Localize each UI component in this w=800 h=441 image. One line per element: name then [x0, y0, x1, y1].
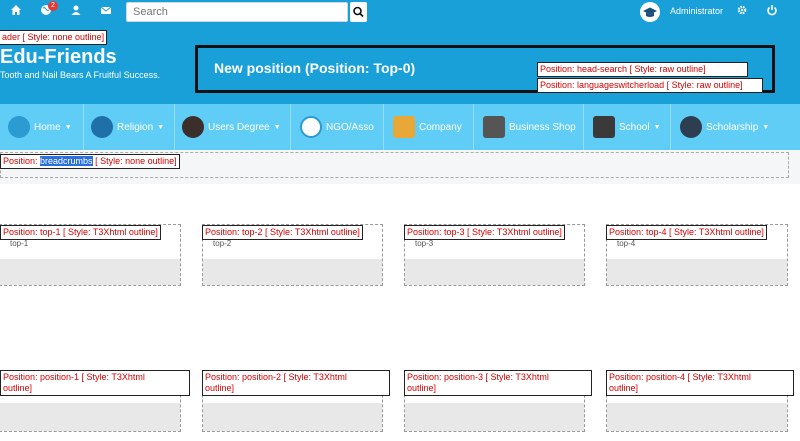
- module-footer: [405, 403, 584, 431]
- home-icon: [8, 116, 30, 138]
- nav-item-label: Religion: [117, 121, 154, 133]
- module-footer: [0, 259, 180, 285]
- position-1-position-label: Position: position-1 [ Style: T3Xhtml out…: [0, 370, 190, 396]
- top-2-position-label: Position: top-2 [ Style: T3Xhtml outline…: [202, 225, 363, 240]
- label-highlight: breadcrumbs: [40, 156, 93, 166]
- label-suffix: [ Style: none outline]: [92, 156, 177, 166]
- nav-item-business-shop[interactable]: Business Shop: [483, 104, 576, 150]
- nav-item-label: Home: [34, 121, 61, 133]
- nav-item-ngo-asso[interactable]: NGO/Asso: [300, 104, 374, 150]
- label-line-1: Position: position-2 [ Style: T3Xhtml: [205, 372, 347, 382]
- position-3-position-label: Position: position-3 [ Style: T3Xhtml out…: [404, 370, 592, 396]
- chevron-down-icon: ▼: [64, 123, 72, 131]
- position-2-position-label: Position: position-2 [ Style: T3Xhtml out…: [202, 370, 390, 396]
- nav-item-home[interactable]: Home ▼: [8, 104, 72, 150]
- module-footer: [0, 403, 180, 431]
- chevron-down-icon: ▼: [157, 123, 165, 131]
- admin-avatar[interactable]: [640, 2, 660, 22]
- admin-name[interactable]: Administrator: [670, 6, 723, 16]
- gear-icon[interactable]: [734, 4, 750, 20]
- nav-item-label: Users Degree: [208, 121, 270, 133]
- nav-divider: [670, 104, 671, 150]
- top-3-position-label: Position: top-3 [ Style: T3Xhtml outline…: [404, 225, 565, 240]
- position-4-position-label: Position: position-4 [ Style: T3Xhtml out…: [606, 370, 794, 396]
- nav-divider: [383, 104, 384, 150]
- search-icon: [353, 6, 364, 18]
- nav-item-label: Company: [419, 121, 462, 133]
- nav-divider: [83, 104, 84, 150]
- module-content: top-2: [213, 239, 232, 248]
- module-footer: [607, 259, 787, 285]
- top-1-position-label: Position: top-1 [ Style: T3Xhtml outline…: [0, 225, 161, 240]
- label-prefix: Position:: [3, 156, 41, 166]
- new-position-title: New position (Position: Top-0): [214, 60, 416, 76]
- site-slogan: Tooth and Nail Bears A Fruitful Success.: [0, 70, 161, 80]
- nav-item-label: Business Shop: [509, 121, 576, 133]
- user-icon: [182, 116, 204, 138]
- language-switcher-position-label: Position: languageswitcherload [ Style: …: [537, 78, 763, 93]
- web-icon: [300, 116, 322, 138]
- shop-icon: [483, 116, 505, 138]
- notification-badge: 2: [48, 1, 58, 11]
- nav-item-users-degree[interactable]: Users Degree ▼: [182, 104, 281, 150]
- chevron-down-icon: ▼: [653, 123, 661, 131]
- nav-item-label: School: [619, 121, 650, 133]
- module-content: top-3: [415, 239, 434, 248]
- power-icon[interactable]: [764, 4, 780, 20]
- nav-item-religion[interactable]: Religion ▼: [91, 104, 164, 150]
- label-line-2: outline]: [3, 383, 33, 393]
- label-line-2: outline]: [205, 383, 235, 393]
- books-icon: [393, 116, 415, 138]
- graduation-cap-icon: [680, 116, 702, 138]
- header-position-label: ader [ Style: none outline]: [0, 30, 108, 45]
- nav-item-label: NGO/Asso: [326, 121, 374, 133]
- module-footer: [203, 259, 382, 285]
- nav-item-school[interactable]: School ▼: [593, 104, 661, 150]
- globe-icon[interactable]: 2: [38, 1, 58, 20]
- home-icon[interactable]: [8, 4, 24, 20]
- mail-icon[interactable]: [98, 4, 114, 20]
- nav-item-label: Scholarship: [706, 121, 759, 133]
- module-content: top-4: [617, 239, 636, 248]
- globe-icon: [91, 116, 113, 138]
- nav-item-company[interactable]: Company: [393, 104, 462, 150]
- search-button[interactable]: [350, 2, 367, 22]
- chevron-down-icon: ▼: [762, 123, 770, 131]
- main-navigation: Home ▼ Religion ▼ Users Degree ▼ NGO/Asso C…: [0, 104, 800, 150]
- module-footer: [607, 403, 787, 431]
- nav-item-scholarship[interactable]: Scholarship ▼: [680, 104, 769, 150]
- module-footer: [203, 403, 382, 431]
- breadcrumbs-position-label: Position: breadcrumbs [ Style: none outl…: [0, 154, 180, 169]
- label-line-1: Position: position-4 [ Style: T3Xhtml: [609, 372, 751, 382]
- nav-divider: [583, 104, 584, 150]
- graduation-cap-icon: [643, 7, 657, 17]
- module-content: top-1: [10, 239, 29, 248]
- top-4-position-label: Position: top-4 [ Style: T3Xhtml outline…: [606, 225, 767, 240]
- module-footer: [405, 259, 584, 285]
- school-icon: [593, 116, 615, 138]
- label-line-1: Position: position-1 [ Style: T3Xhtml: [3, 372, 145, 382]
- nav-divider: [290, 104, 291, 150]
- head-search-position-label: Position: head-search [ Style: raw outli…: [537, 62, 748, 77]
- label-line-2: outline]: [407, 383, 437, 393]
- chevron-down-icon: ▼: [273, 123, 281, 131]
- nav-divider: [473, 104, 474, 150]
- top-toolbar: 2 Administrator: [0, 0, 800, 24]
- user-icon[interactable]: [68, 4, 84, 20]
- nav-divider: [174, 104, 175, 150]
- label-line-2: outline]: [609, 383, 639, 393]
- label-line-1: Position: position-3 [ Style: T3Xhtml: [407, 372, 549, 382]
- site-logo[interactable]: Edu-Friends: [0, 46, 117, 69]
- search-input[interactable]: [126, 2, 348, 22]
